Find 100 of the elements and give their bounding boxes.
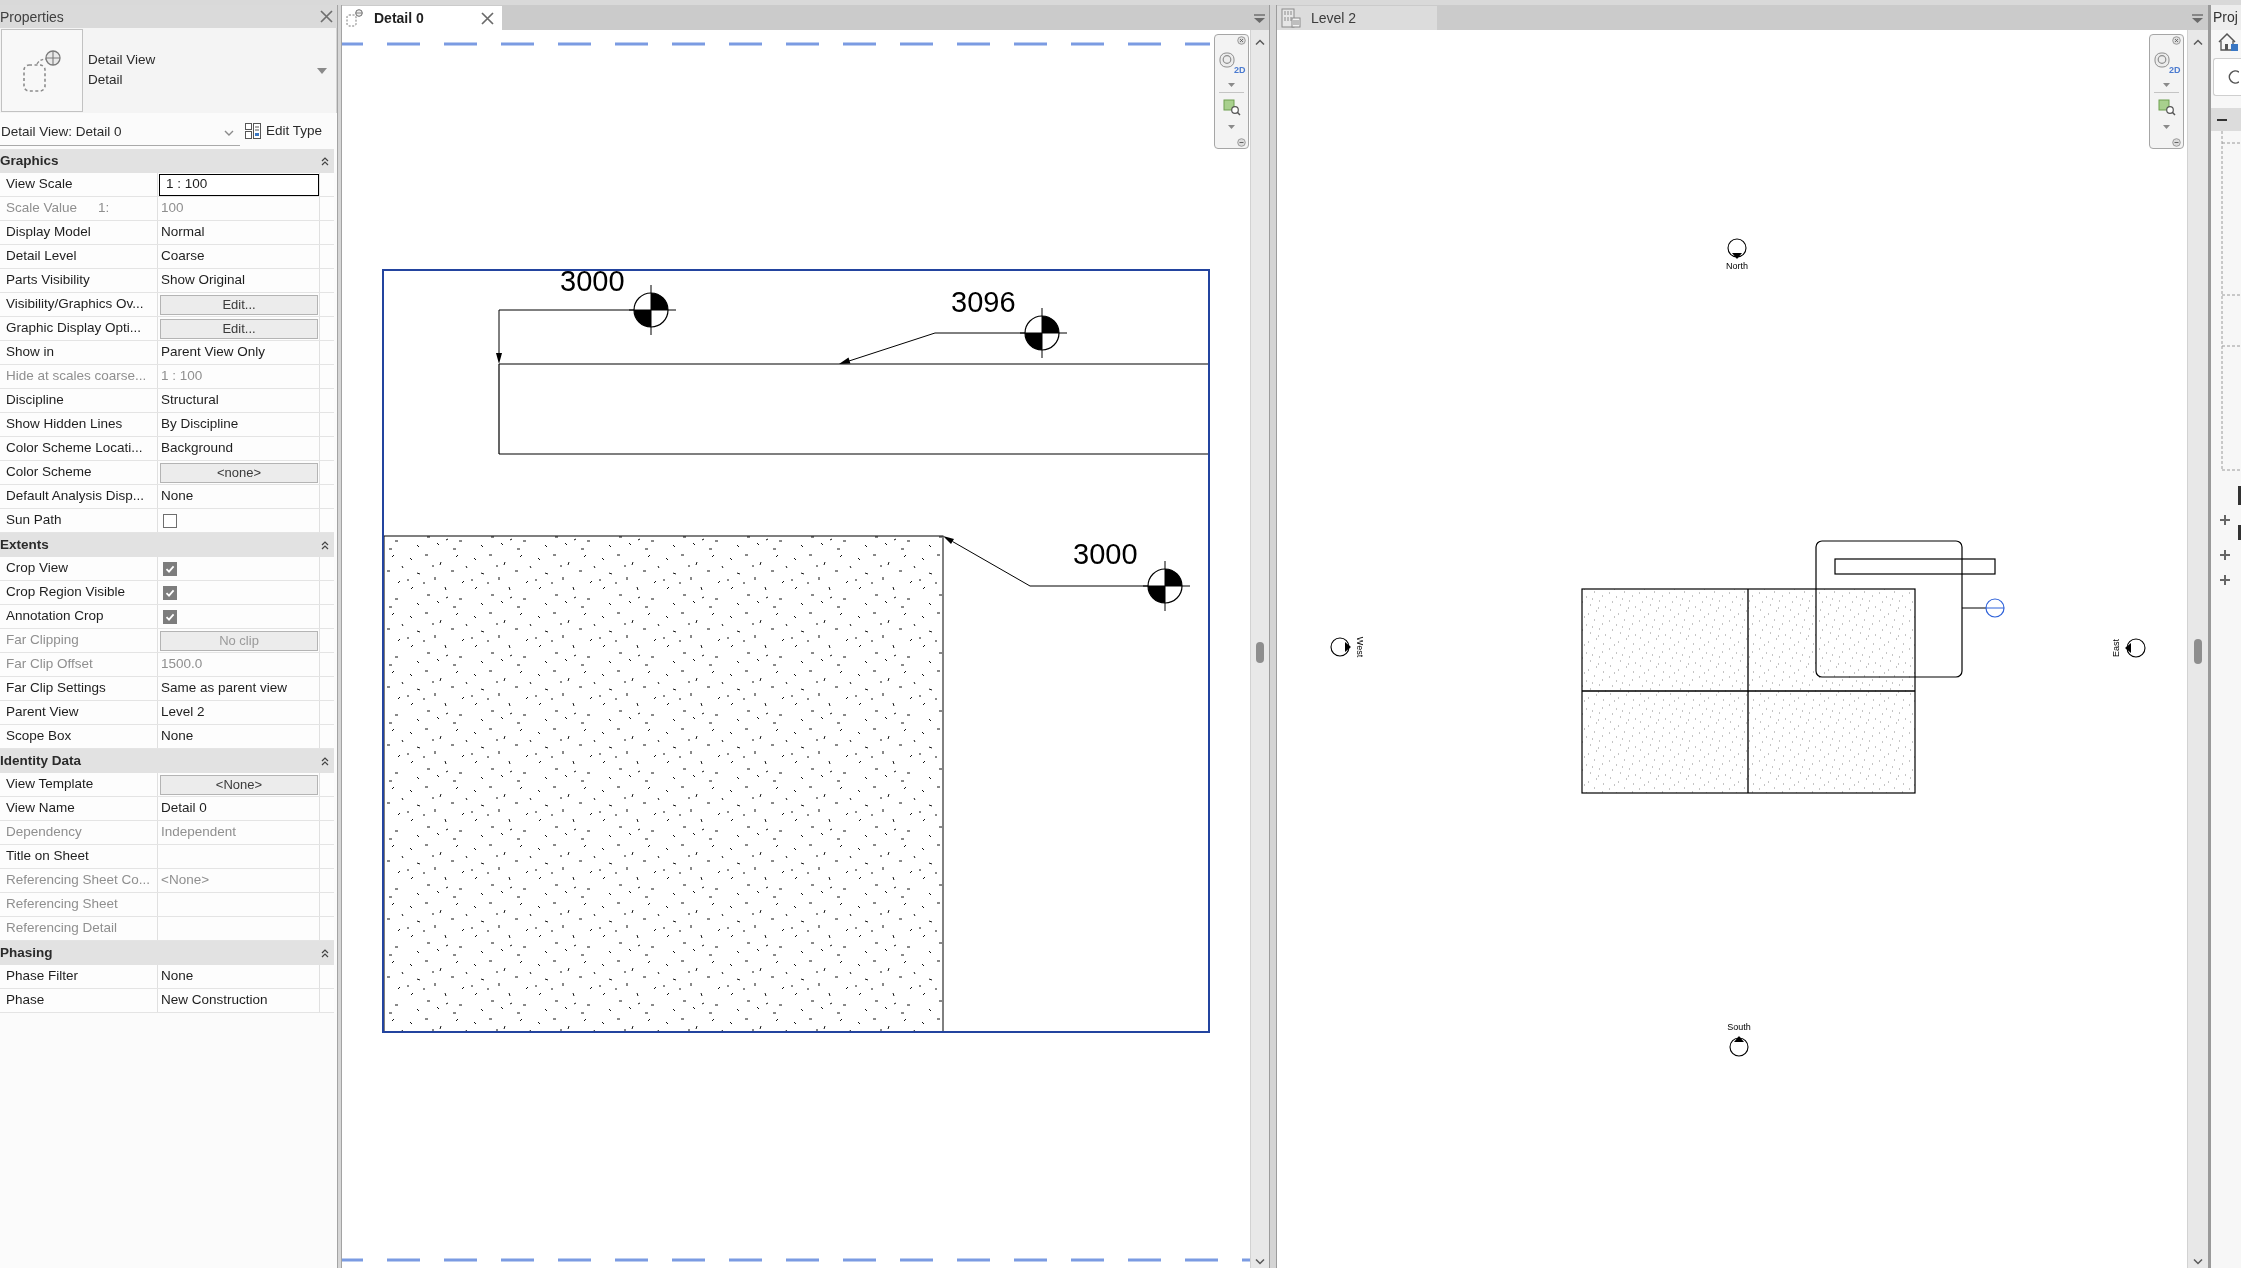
zoom-region-icon[interactable] — [2158, 99, 2176, 116]
callout-tag-icon — [1961, 598, 2005, 618]
property-label: Discipline — [6, 391, 64, 410]
property-label: Visibility/Graphics Ov... — [6, 295, 144, 314]
chevron-down-icon — [224, 129, 234, 136]
zoom-region-icon[interactable] — [1223, 99, 1241, 116]
property-label: Referencing Sheet Co... — [6, 871, 151, 890]
property-label: View Name — [6, 799, 75, 818]
property-label: Show in — [6, 343, 55, 362]
property-label: Referencing Detail — [6, 919, 118, 938]
chevron-down-icon[interactable] — [1255, 1259, 1265, 1265]
mode-label: 2D — [1234, 65, 1246, 75]
elevation-label: 3000 — [1073, 538, 1138, 570]
minimize-icon[interactable] — [2172, 138, 2181, 147]
marker-label: West — [1354, 636, 1365, 658]
type-family-label: Detail View — [88, 52, 156, 68]
elevation-marker-icon — [2125, 638, 2146, 658]
property-label: Color Scheme — [6, 463, 92, 482]
collapse-icon — [321, 540, 329, 550]
tab-list-icon[interactable] — [2192, 14, 2203, 23]
tree-node-icon — [2238, 486, 2241, 505]
checkbox[interactable] — [163, 513, 177, 528]
collapse-icon — [321, 948, 329, 958]
chevron-up-icon[interactable] — [1255, 39, 1265, 45]
property-label: Far Clipping — [6, 631, 79, 650]
close-icon[interactable] — [320, 10, 333, 23]
property-label: View Scale — [6, 175, 73, 194]
search-field[interactable] — [2213, 58, 2241, 96]
plus-icon[interactable] — [2220, 575, 2230, 585]
section-header[interactable]: Graphics — [0, 149, 334, 173]
type-grid-icon — [245, 123, 261, 139]
house-icon[interactable] — [2217, 32, 2239, 52]
property-label: Show Hidden Lines — [6, 415, 123, 434]
elevation-marker-icon — [1330, 637, 1351, 657]
property-value: Coarse — [160, 247, 205, 266]
chevron-down-icon[interactable] — [2193, 1259, 2203, 1265]
caret-icon[interactable] — [2163, 83, 2170, 87]
close-icon[interactable] — [481, 11, 494, 25]
property-label: Parts Visibility — [6, 271, 90, 290]
plus-icon[interactable] — [2220, 550, 2230, 560]
marker-label: East — [2111, 639, 2122, 657]
dashed-frame-icon — [346, 9, 364, 27]
spot-elevation-icon — [628, 284, 677, 336]
property-label: Title on Sheet — [6, 847, 89, 866]
section-header[interactable]: Phasing — [0, 941, 334, 965]
property-value: None — [160, 727, 194, 746]
scrollbar-thumb[interactable] — [1256, 642, 1264, 663]
value-button[interactable]: <none> — [160, 462, 318, 483]
property-label: Scope Box — [6, 727, 72, 746]
collapse-icon — [321, 156, 329, 166]
caret-icon[interactable] — [1228, 83, 1235, 87]
value-button[interactable]: Edit... — [160, 318, 318, 339]
value-button[interactable]: Edit... — [160, 294, 318, 315]
property-value: 100 — [160, 199, 184, 218]
property-label: Display Model — [6, 223, 91, 242]
checkbox[interactable] — [163, 561, 177, 576]
property-label: Phase — [6, 991, 45, 1010]
value-button[interactable]: <None> — [160, 774, 318, 795]
property-value: Normal — [160, 223, 205, 242]
mode-label: 2D — [2169, 65, 2181, 75]
close-icon[interactable] — [2172, 36, 2181, 45]
property-label: Detail Level — [6, 247, 77, 266]
scrollbar-thumb[interactable] — [2194, 639, 2202, 664]
property-label: Crop View — [6, 559, 69, 578]
minimize-icon[interactable] — [1237, 138, 1246, 147]
instance-dropdown[interactable]: Detail View: Detail 0 — [0, 120, 240, 146]
steering-wheel-icon[interactable] — [1219, 52, 1235, 68]
elevation-label: 3000 — [560, 265, 625, 297]
property-value: 1 : 100 — [160, 367, 203, 386]
edit-type-button[interactable]: Edit Type — [245, 119, 323, 143]
checkbox[interactable] — [163, 609, 177, 624]
caret-icon[interactable] — [1228, 125, 1235, 129]
section-header[interactable]: Extents — [0, 533, 334, 557]
elevation-marker-icon — [1729, 1036, 1749, 1057]
property-label: Sun Path — [6, 511, 62, 530]
caret-icon[interactable] — [2163, 125, 2170, 129]
steering-wheel-icon[interactable] — [2154, 52, 2170, 68]
close-icon[interactable] — [1237, 36, 1246, 45]
property-value: Detail 0 — [160, 799, 207, 818]
property-value: New Construction — [160, 991, 268, 1010]
property-value: By Discipline — [160, 415, 239, 434]
collapse-icon[interactable] — [2217, 118, 2227, 121]
checkbox[interactable] — [163, 585, 177, 600]
property-value: None — [160, 967, 194, 986]
property-label: Far Clip Settings — [6, 679, 106, 698]
marker-label: North — [1726, 261, 1748, 272]
chevron-up-icon[interactable] — [2193, 39, 2203, 45]
value-field[interactable]: 1 : 100 — [159, 173, 319, 196]
tab-list-icon[interactable] — [1254, 14, 1265, 23]
property-value: Show Original — [160, 271, 246, 290]
property-value: Parent View Only — [160, 343, 266, 362]
property-label: Graphic Display Opti... — [6, 319, 142, 338]
property-value: Independent — [160, 823, 237, 842]
plus-icon[interactable] — [2220, 515, 2230, 525]
section-header[interactable]: Identity Data — [0, 749, 334, 773]
view-tab[interactable]: Detail 0 — [342, 6, 502, 30]
caret-icon[interactable] — [317, 68, 327, 74]
property-label: Referencing Sheet — [6, 895, 118, 914]
view-tab[interactable]: Level 2 — [1277, 6, 1437, 30]
collapse-icon — [321, 756, 329, 766]
